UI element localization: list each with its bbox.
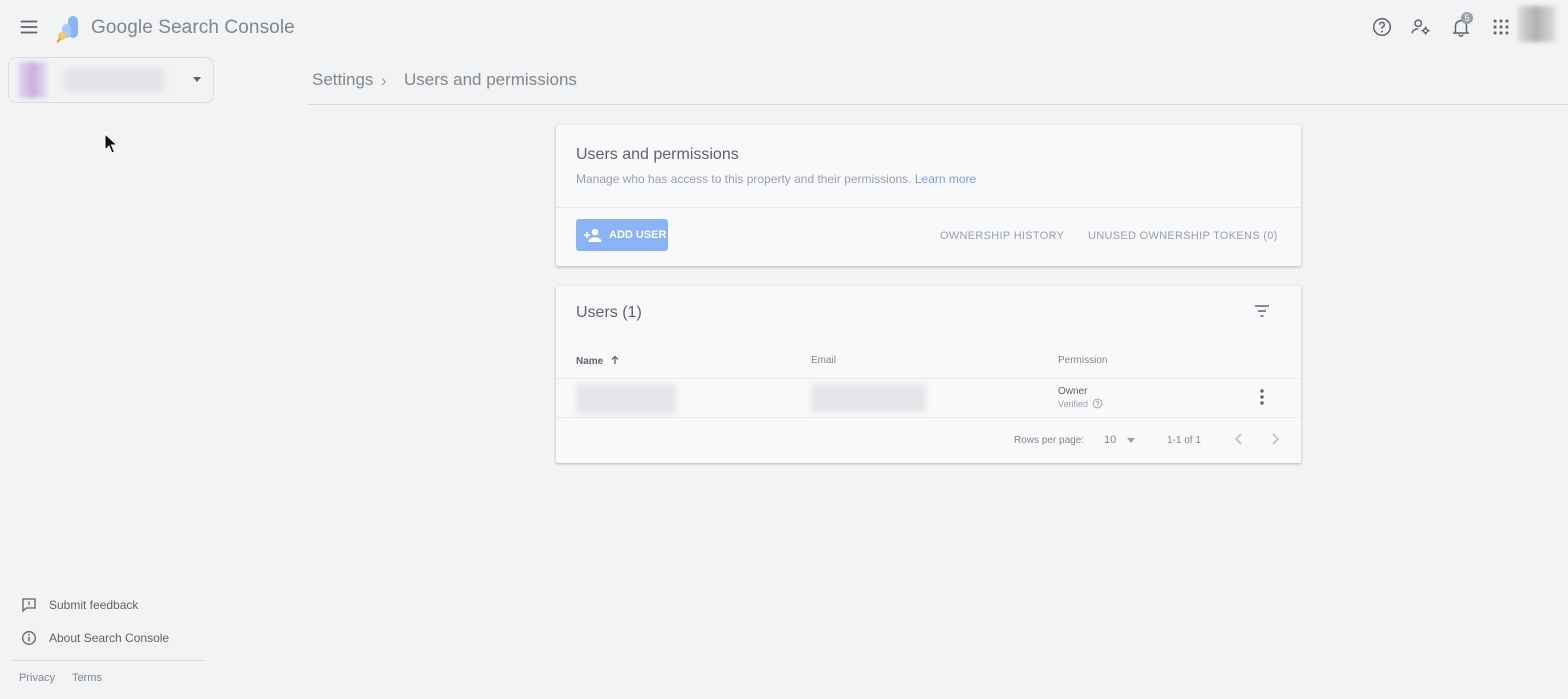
- sort-ascending-icon: [611, 355, 619, 364]
- page-title: Users and permissions: [404, 70, 577, 89]
- property-favicon: [18, 62, 48, 98]
- rows-per-page-select[interactable]: 10: [1104, 434, 1116, 446]
- permission-value: Owner: [1058, 386, 1088, 397]
- card-title: Users and permissions: [576, 146, 739, 163]
- breadcrumb-settings[interactable]: Settings: [312, 70, 373, 90]
- rows-per-page-caret-icon[interactable]: [1127, 438, 1135, 443]
- users-and-permissions-card: Users and permissions Manage who has acc…: [556, 125, 1301, 266]
- add-person-icon: [584, 228, 602, 242]
- account-settings-icon[interactable]: [1410, 16, 1432, 38]
- breadcrumb-separator: ›: [381, 71, 387, 90]
- card-divider: [556, 207, 1301, 208]
- dropdown-caret-icon: [193, 77, 201, 82]
- column-header-email[interactable]: Email: [811, 355, 836, 366]
- search-console-logo-icon: [56, 16, 78, 43]
- description-text: Manage who has access to this property a…: [576, 172, 912, 186]
- card-description: Manage who has access to this property a…: [576, 172, 976, 186]
- info-icon: [22, 631, 36, 645]
- notification-count-badge: 5: [1461, 12, 1473, 24]
- users-table-card: Users (1) Name Email Permission Owner Ve…: [556, 286, 1301, 463]
- unused-ownership-tokens-button[interactable]: UNUSED OWNERSHIP TOKENS (0): [1088, 230, 1278, 242]
- add-user-label: ADD USER: [609, 229, 667, 241]
- menu-icon[interactable]: [18, 16, 40, 38]
- submit-feedback-link[interactable]: Submit feedback: [49, 598, 138, 612]
- ownership-history-button[interactable]: OWNERSHIP HISTORY: [940, 230, 1064, 242]
- privacy-link[interactable]: Privacy: [19, 672, 55, 684]
- column-header-permission[interactable]: Permission: [1058, 355, 1107, 366]
- table-divider: [556, 417, 1301, 418]
- add-user-button[interactable]: ADD USER: [576, 219, 668, 251]
- previous-page-icon[interactable]: [1232, 431, 1246, 447]
- rows-per-page-label: Rows per page:: [1014, 435, 1085, 446]
- verified-label: Verified: [1058, 398, 1089, 409]
- header-divider: [308, 104, 1568, 105]
- about-search-console-link[interactable]: About Search Console: [49, 631, 169, 645]
- feedback-icon: [22, 598, 36, 613]
- verification-status: Verified: [1058, 398, 1103, 409]
- column-name-label: Name: [576, 356, 604, 367]
- help-icon[interactable]: [1371, 16, 1393, 38]
- users-count-title: Users (1): [576, 304, 642, 321]
- user-email-cell: [811, 384, 926, 412]
- sidebar-footer-divider: [12, 660, 206, 661]
- avatar[interactable]: [1518, 6, 1556, 42]
- property-name: [64, 68, 164, 92]
- user-name-cell: [576, 384, 676, 414]
- pagination-range: 1-1 of 1: [1167, 435, 1201, 446]
- next-page-icon[interactable]: [1268, 431, 1282, 447]
- app-title: Google Search Console: [91, 17, 295, 38]
- learn-more-link[interactable]: Learn more: [915, 172, 976, 186]
- mouse-cursor-icon: [104, 133, 119, 154]
- apps-grid-icon[interactable]: [1490, 16, 1512, 38]
- column-header-name[interactable]: Name: [576, 355, 620, 367]
- property-selector[interactable]: [8, 57, 214, 103]
- help-small-icon[interactable]: [1092, 398, 1103, 409]
- table-divider: [556, 378, 1301, 379]
- filter-icon[interactable]: [1253, 302, 1271, 320]
- terms-link[interactable]: Terms: [72, 672, 102, 684]
- more-options-icon[interactable]: [1254, 388, 1270, 406]
